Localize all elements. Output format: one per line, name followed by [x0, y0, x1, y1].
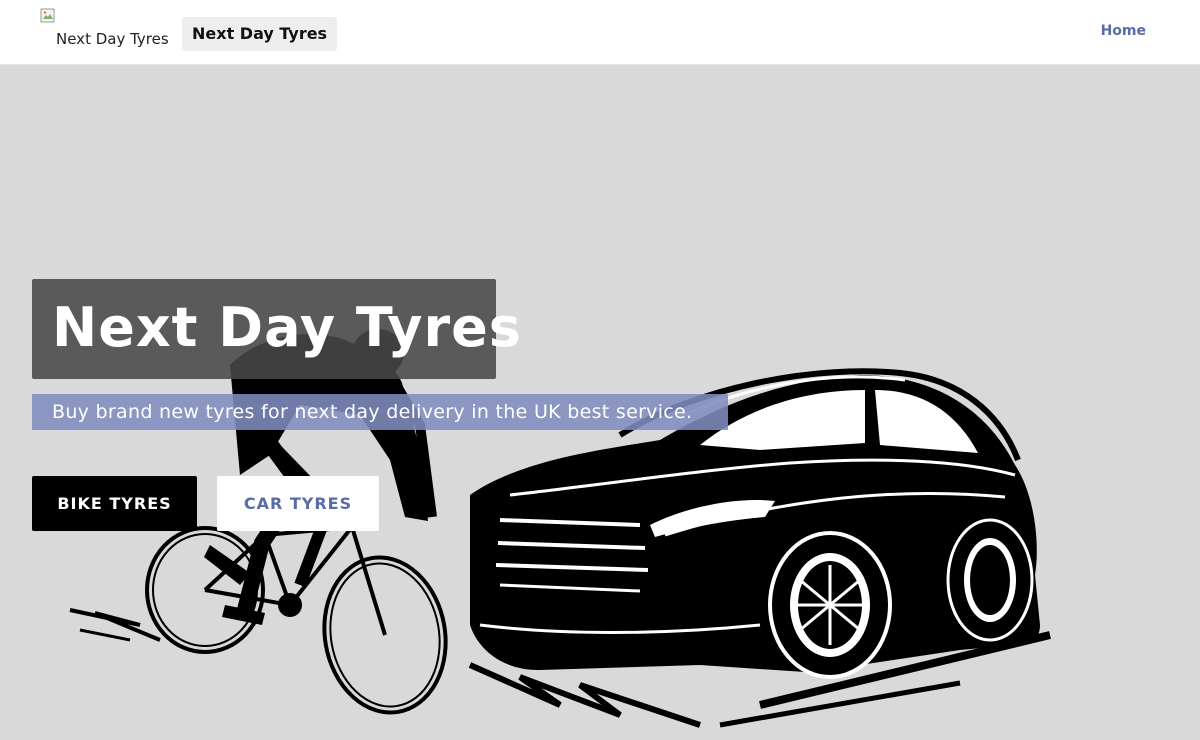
bike-tyres-button[interactable]: BIKE TYRES [32, 476, 197, 531]
hero-section: Next Day Tyres Buy brand new tyres for n… [0, 65, 1200, 740]
hero-title-box: Next Day Tyres [32, 279, 521, 379]
car-tyres-button[interactable]: CAR TYRES [217, 476, 379, 531]
nav-link-home[interactable]: Home [1101, 23, 1146, 39]
broken-image-icon [40, 8, 55, 23]
bicycle-icon [145, 499, 448, 715]
site-logo[interactable]: Next Day Tyres [40, 8, 170, 52]
brand-button[interactable]: Next Day Tyres [182, 17, 338, 51]
logo-alt-text: Next Day Tyres [56, 30, 169, 48]
top-navbar: Next Day Tyres Next Day Tyres Home [0, 0, 1200, 65]
hero-title: Next Day Tyres [52, 296, 522, 359]
hero-subtitle: Buy brand new tyres for next day deliver… [32, 394, 728, 430]
